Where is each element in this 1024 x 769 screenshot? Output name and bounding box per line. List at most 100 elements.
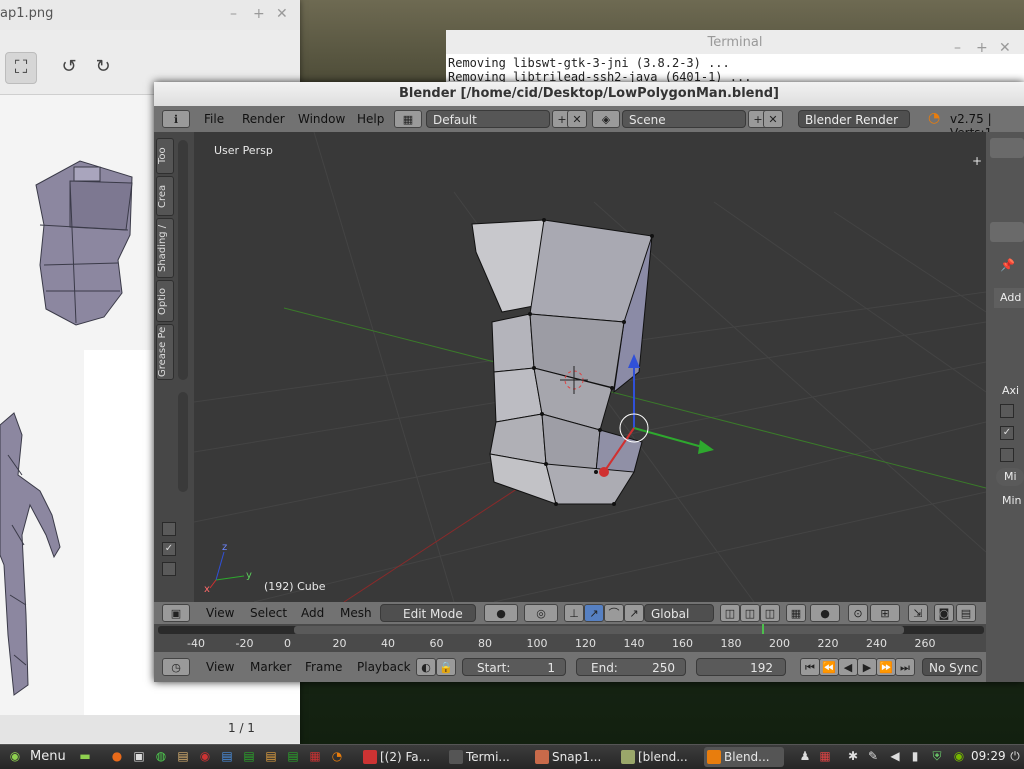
- scale-icon[interactable]: ↗: [624, 604, 644, 622]
- checkbox[interactable]: [162, 562, 176, 576]
- outliner-button[interactable]: [990, 138, 1024, 158]
- manipulator-toggle-icon[interactable]: ⊥: [564, 604, 584, 622]
- timeline-ruler[interactable]: -40 -20 0 20 40 60 80 100 120 140 160 180 200 220 240 2…: [154, 624, 986, 652]
- remove-layout-icon[interactable]: ✕: [567, 110, 587, 128]
- menu-view[interactable]: View: [206, 606, 234, 620]
- rotate-left-button[interactable]: ↺: [54, 52, 84, 82]
- snap-toggle-icon[interactable]: ⊙: [848, 604, 868, 622]
- scene-name-field[interactable]: Scene: [622, 110, 746, 128]
- menu-file[interactable]: File: [204, 112, 224, 126]
- checkbox[interactable]: [1000, 448, 1014, 462]
- editor-type-button[interactable]: ◷: [162, 658, 190, 676]
- menu-add[interactable]: Add: [301, 606, 324, 620]
- calc-launcher-icon[interactable]: ▤: [242, 749, 256, 763]
- task-terminal[interactable]: Termi...: [446, 747, 526, 767]
- spreadsheet-launcher-icon[interactable]: ▤: [286, 749, 300, 763]
- tab-create[interactable]: Crea: [156, 176, 174, 216]
- shield-icon[interactable]: ⛨: [930, 749, 944, 763]
- task-file-manager[interactable]: [blend...: [618, 747, 698, 767]
- checkbox-checked[interactable]: ✓: [1000, 426, 1014, 440]
- writer-launcher-icon[interactable]: ▤: [220, 749, 234, 763]
- add-modifier-button[interactable]: Add: [994, 288, 1024, 308]
- pin-icon[interactable]: 📌: [1000, 258, 1015, 272]
- play-icon[interactable]: ▶: [857, 658, 877, 676]
- tab-options[interactable]: Optio: [156, 280, 174, 322]
- opengl-render-icon[interactable]: ⇲: [908, 604, 928, 622]
- flag-icon[interactable]: ▦: [818, 749, 832, 763]
- translate-icon[interactable]: ↗: [584, 604, 604, 622]
- render-engine-select[interactable]: Blender Render: [798, 110, 910, 128]
- app-launcher-icon[interactable]: ◍: [154, 749, 168, 763]
- menu-select[interactable]: Select: [250, 606, 287, 620]
- properties-scrollbar[interactable]: [178, 392, 188, 492]
- lock-icon[interactable]: 🔒: [436, 658, 456, 676]
- mint-menu-icon[interactable]: ◉: [8, 749, 22, 763]
- play-reverse-icon[interactable]: ◀: [838, 658, 858, 676]
- sync-mode-select[interactable]: No Sync: [922, 658, 982, 676]
- close-icon[interactable]: ✕: [276, 6, 288, 22]
- menu-mesh[interactable]: Mesh: [340, 606, 372, 620]
- snap-element-select[interactable]: ⊞: [870, 604, 900, 622]
- jump-end-icon[interactable]: ⏭: [895, 658, 915, 676]
- fullscreen-button[interactable]: ⛶: [5, 52, 37, 84]
- layout-selector-button[interactable]: ▦: [394, 110, 422, 128]
- next-keyframe-icon[interactable]: ⏩: [876, 658, 896, 676]
- task-chrome[interactable]: [(2) Fa...: [360, 747, 440, 767]
- person-icon[interactable]: ♟: [798, 749, 812, 763]
- chrome-launcher-icon[interactable]: ◉: [198, 749, 212, 763]
- preview-range-icon[interactable]: ◐: [416, 658, 436, 676]
- start-frame-field[interactable]: Start: 1: [462, 658, 566, 676]
- viewport-shading-select[interactable]: ●: [484, 604, 518, 622]
- menu-view[interactable]: View: [206, 660, 234, 674]
- tab-tools[interactable]: Too: [156, 138, 174, 174]
- image-viewer-titlebar[interactable]: ap1.png – + ✕: [0, 0, 300, 30]
- prev-keyframe-icon[interactable]: ⏪: [819, 658, 839, 676]
- editor-type-button[interactable]: ℹ: [162, 110, 190, 128]
- volume-icon[interactable]: ◀: [888, 749, 902, 763]
- rotate-right-button[interactable]: ↻: [88, 52, 118, 82]
- face-select-icon[interactable]: ◫: [760, 604, 780, 622]
- bluetooth-icon[interactable]: ✱: [846, 749, 860, 763]
- menu-playback[interactable]: Playback: [357, 660, 411, 674]
- render-anim-icon[interactable]: ▤: [956, 604, 976, 622]
- proportional-edit-select[interactable]: ●: [810, 604, 840, 622]
- remove-scene-icon[interactable]: ✕: [763, 110, 783, 128]
- task-blender[interactable]: Blend...: [704, 747, 784, 767]
- menu-window[interactable]: Window: [298, 112, 345, 126]
- 3d-viewport[interactable]: User Persp (192) Cube z y x +: [194, 132, 986, 602]
- tab-grease-pencil[interactable]: Grease Pe: [156, 324, 174, 380]
- pivot-point-select[interactable]: ◎: [524, 604, 558, 622]
- menu-marker[interactable]: Marker: [250, 660, 291, 674]
- layout-name-field[interactable]: Default: [426, 110, 550, 128]
- tab-shading[interactable]: Shading /: [156, 218, 174, 278]
- end-frame-field[interactable]: End: 250: [576, 658, 686, 676]
- impress-launcher-icon[interactable]: ▤: [264, 749, 278, 763]
- timeline-scroll-thumb[interactable]: [294, 626, 904, 634]
- game-launcher-icon[interactable]: ▦: [308, 749, 322, 763]
- properties-tabs[interactable]: [990, 222, 1024, 242]
- checkbox[interactable]: [1000, 404, 1014, 418]
- minimize-icon[interactable]: –: [230, 6, 237, 22]
- checkbox-checked[interactable]: ✓: [162, 542, 176, 556]
- menu-render[interactable]: Render: [242, 112, 285, 126]
- render-still-icon[interactable]: ◙: [934, 604, 954, 622]
- vertex-select-icon[interactable]: ◫: [720, 604, 740, 622]
- jump-start-icon[interactable]: ⏮: [800, 658, 820, 676]
- pen-icon[interactable]: ✎: [866, 749, 880, 763]
- blender-titlebar[interactable]: Blender [/home/cid/Desktop/LowPolygonMan…: [154, 82, 1024, 106]
- firefox-icon[interactable]: ●: [110, 749, 124, 763]
- shelf-scrollbar[interactable]: [178, 140, 188, 380]
- battery-icon[interactable]: ▮: [908, 749, 922, 763]
- limit-selection-icon[interactable]: ▦: [786, 604, 806, 622]
- terminal-launcher-icon[interactable]: ▣: [132, 749, 146, 763]
- nvidia-icon[interactable]: ◉: [952, 749, 966, 763]
- terminal-titlebar[interactable]: Terminal – + ✕: [446, 30, 1024, 56]
- menu-frame[interactable]: Frame: [305, 660, 342, 674]
- transform-orientation-select[interactable]: Global: [644, 604, 714, 622]
- properties-toggle-icon[interactable]: +: [972, 154, 982, 168]
- power-icon[interactable]: ⏻: [1008, 749, 1022, 763]
- maximize-icon[interactable]: +: [253, 6, 265, 22]
- checkbox[interactable]: [162, 522, 176, 536]
- editor-type-button[interactable]: ▣: [162, 604, 190, 622]
- menu-button[interactable]: Menu: [30, 749, 66, 764]
